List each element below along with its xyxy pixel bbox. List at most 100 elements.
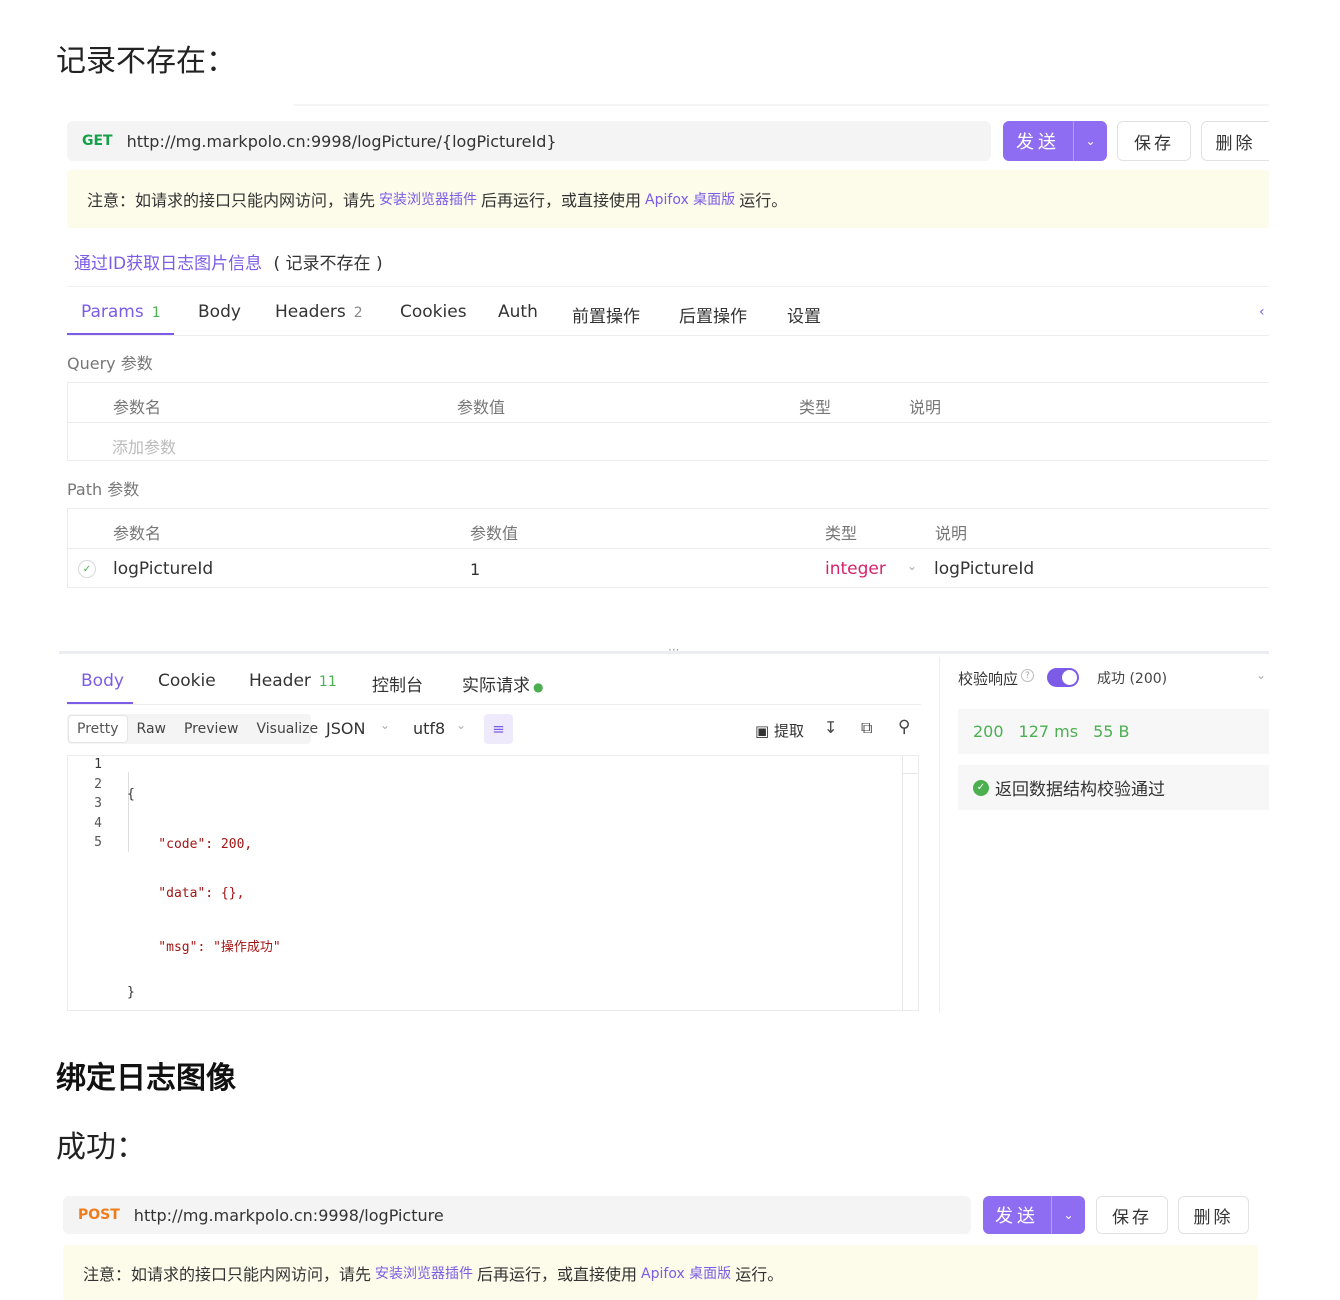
col-header-value: 参数值 <box>457 398 506 417</box>
view-raw[interactable]: Raw <box>128 721 175 737</box>
method-badge[interactable]: POST <box>78 1207 120 1223</box>
help-icon[interactable]: ? <box>1021 669 1034 682</box>
response-time: 127 ms <box>1018 722 1079 741</box>
save-button[interactable]: 保存 <box>1096 1196 1168 1234</box>
path-params-title: Path 参数 <box>67 480 140 499</box>
url-bar[interactable]: GET http://mg.markpolo.cn:9998/logPictur… <box>67 121 991 161</box>
url-input[interactable]: http://mg.markpolo.cn:9998/logPicture/{l… <box>127 132 557 151</box>
line-number: 4 <box>94 815 102 831</box>
notice-banner: 注意：如请求的接口只能内网访问，请先 安装浏览器插件 后再运行，或直接使用 Ap… <box>63 1245 1258 1300</box>
extract-button[interactable]: ▣ 提取 <box>755 720 804 741</box>
tab-auth[interactable]: Auth <box>498 302 538 322</box>
collapse-icon[interactable]: ‹ <box>1259 304 1265 320</box>
notice-text: 运行。 <box>739 191 788 210</box>
save-button[interactable]: 保存 <box>1117 121 1191 161</box>
param-value[interactable]: 1 <box>470 560 480 579</box>
section-subheading-success: 成功： <box>56 1130 146 1165</box>
api-case-label: ( 记录不存在 ) <box>273 254 383 274</box>
divider <box>67 286 1269 287</box>
col-header-name: 参数名 <box>113 398 162 417</box>
encoding-select[interactable]: utf8 <box>413 719 445 738</box>
api-name-link[interactable]: 通过ID获取日志图片信息 <box>74 254 262 274</box>
row-divider <box>68 548 1270 549</box>
response-size: 55 B <box>1093 722 1130 741</box>
param-name[interactable]: logPictureId <box>113 559 213 579</box>
add-param-input[interactable]: 添加参数 <box>112 434 176 458</box>
col-header-desc: 说明 <box>935 524 968 543</box>
url-input[interactable]: http://mg.markpolo.cn:9998/logPicture <box>134 1206 444 1225</box>
wrap-lines-icon[interactable]: ≡ <box>484 714 513 744</box>
desktop-app-link[interactable]: Apifox 桌面版 <box>641 1263 731 1283</box>
code-line: "msg": "操作成功" <box>127 939 281 955</box>
col-header-desc: 说明 <box>909 398 942 417</box>
tab-post-operations[interactable]: 后置操作 <box>679 302 747 327</box>
download-icon[interactable]: ↧ <box>824 718 837 737</box>
line-number: 3 <box>94 796 102 811</box>
response-meta: 200 127 ms 55 B <box>958 709 1269 754</box>
tab-settings[interactable]: 设置 <box>787 302 821 327</box>
validate-label: 校验响应 <box>958 670 1019 688</box>
copy-icon[interactable]: ⧉ <box>861 718 872 738</box>
view-visualize[interactable]: Visualize <box>247 721 327 737</box>
view-preview[interactable]: Preview <box>175 721 248 737</box>
panel-splitter[interactable] <box>59 651 1269 654</box>
validation-message: 返回数据结构校验通过 <box>995 780 1165 800</box>
param-type-select[interactable]: integer <box>825 559 886 579</box>
install-plugin-link[interactable]: 安装浏览器插件 <box>379 189 477 209</box>
validate-toggle[interactable] <box>1047 668 1079 687</box>
section-heading-bind-log-image: 绑定日志图像 <box>56 1061 236 1096</box>
tab-params[interactable]: Params 1 <box>81 302 161 322</box>
delete-button[interactable]: 删除 <box>1178 1196 1249 1234</box>
resp-tab-body[interactable]: Body <box>81 671 124 691</box>
tab-headers[interactable]: Headers 2 <box>275 302 363 322</box>
send-button-label[interactable]: 发送 <box>1003 121 1073 161</box>
chevron-down-icon[interactable]: ⌄ <box>1256 668 1266 682</box>
line-number: 1 <box>94 757 102 772</box>
tab-pre-operations[interactable]: 前置操作 <box>572 302 640 327</box>
scrollbar-corner <box>902 756 918 774</box>
format-select[interactable]: JSON <box>326 719 365 738</box>
send-button[interactable]: 发送 ⌄ <box>1003 121 1107 161</box>
path-params-table: 参数名 参数值 类型 说明 ✓ logPictureId 1 integer ⌄… <box>67 508 1270 588</box>
delete-button[interactable]: 删除 <box>1201 121 1269 161</box>
validate-result-select[interactable]: 成功 (200) <box>1097 668 1167 688</box>
drag-handle-icon[interactable]: ··· <box>668 643 679 657</box>
check-circle-icon: ✓ <box>973 779 989 796</box>
chevron-down-icon[interactable]: ⌄ <box>456 718 466 732</box>
chevron-down-icon[interactable]: ⌄ <box>1073 121 1107 161</box>
col-header-type: 类型 <box>825 524 858 543</box>
param-desc[interactable]: logPictureId <box>934 559 1034 579</box>
view-pretty[interactable]: Pretty <box>68 715 128 743</box>
line-numbers: 1 2 3 4 5 <box>68 757 128 855</box>
resp-tab-actual-request[interactable]: 实际请求 ● <box>462 671 543 696</box>
search-icon[interactable]: ⚲ <box>898 717 910 737</box>
chevron-down-icon[interactable]: ⌄ <box>1051 1196 1085 1234</box>
row-divider <box>68 422 1270 423</box>
desktop-app-link[interactable]: Apifox 桌面版 <box>645 189 735 209</box>
method-badge[interactable]: GET <box>82 133 113 149</box>
chevron-down-icon[interactable]: ⌄ <box>907 559 917 573</box>
code-content: { "code": 200, "data": {}, "msg": "操作成功"… <box>127 757 281 1035</box>
send-button-label[interactable]: 发送 <box>983 1196 1051 1234</box>
url-bar[interactable]: POST http://mg.markpolo.cn:9998/logPictu… <box>63 1196 971 1234</box>
row-enabled-checkbox[interactable]: ✓ <box>78 560 96 578</box>
panel-divider <box>939 657 940 1013</box>
col-header-type: 类型 <box>799 398 832 417</box>
resp-tab-cookie[interactable]: Cookie <box>158 671 216 691</box>
divider <box>67 704 921 705</box>
resp-tab-header[interactable]: Header 11 <box>249 671 337 691</box>
response-code-editor[interactable]: 1 2 3 4 5 { "code": 200, "data": {}, "ms… <box>67 755 919 1011</box>
extract-icon: ▣ <box>755 722 770 740</box>
col-header-name: 参数名 <box>113 524 162 543</box>
scrollbar-track[interactable] <box>902 756 903 1010</box>
status-code: 200 <box>973 722 1004 741</box>
line-number: 5 <box>94 835 102 850</box>
chevron-down-icon[interactable]: ⌄ <box>380 718 390 732</box>
tab-body[interactable]: Body <box>198 302 241 322</box>
send-button[interactable]: 发送 ⌄ <box>983 1196 1085 1234</box>
tab-cookies[interactable]: Cookies <box>400 302 467 322</box>
resp-tab-console[interactable]: 控制台 <box>372 671 423 696</box>
install-plugin-link[interactable]: 安装浏览器插件 <box>375 1263 473 1283</box>
notice-text: 后再运行，或直接使用 <box>477 1264 638 1284</box>
divider <box>67 335 1269 336</box>
